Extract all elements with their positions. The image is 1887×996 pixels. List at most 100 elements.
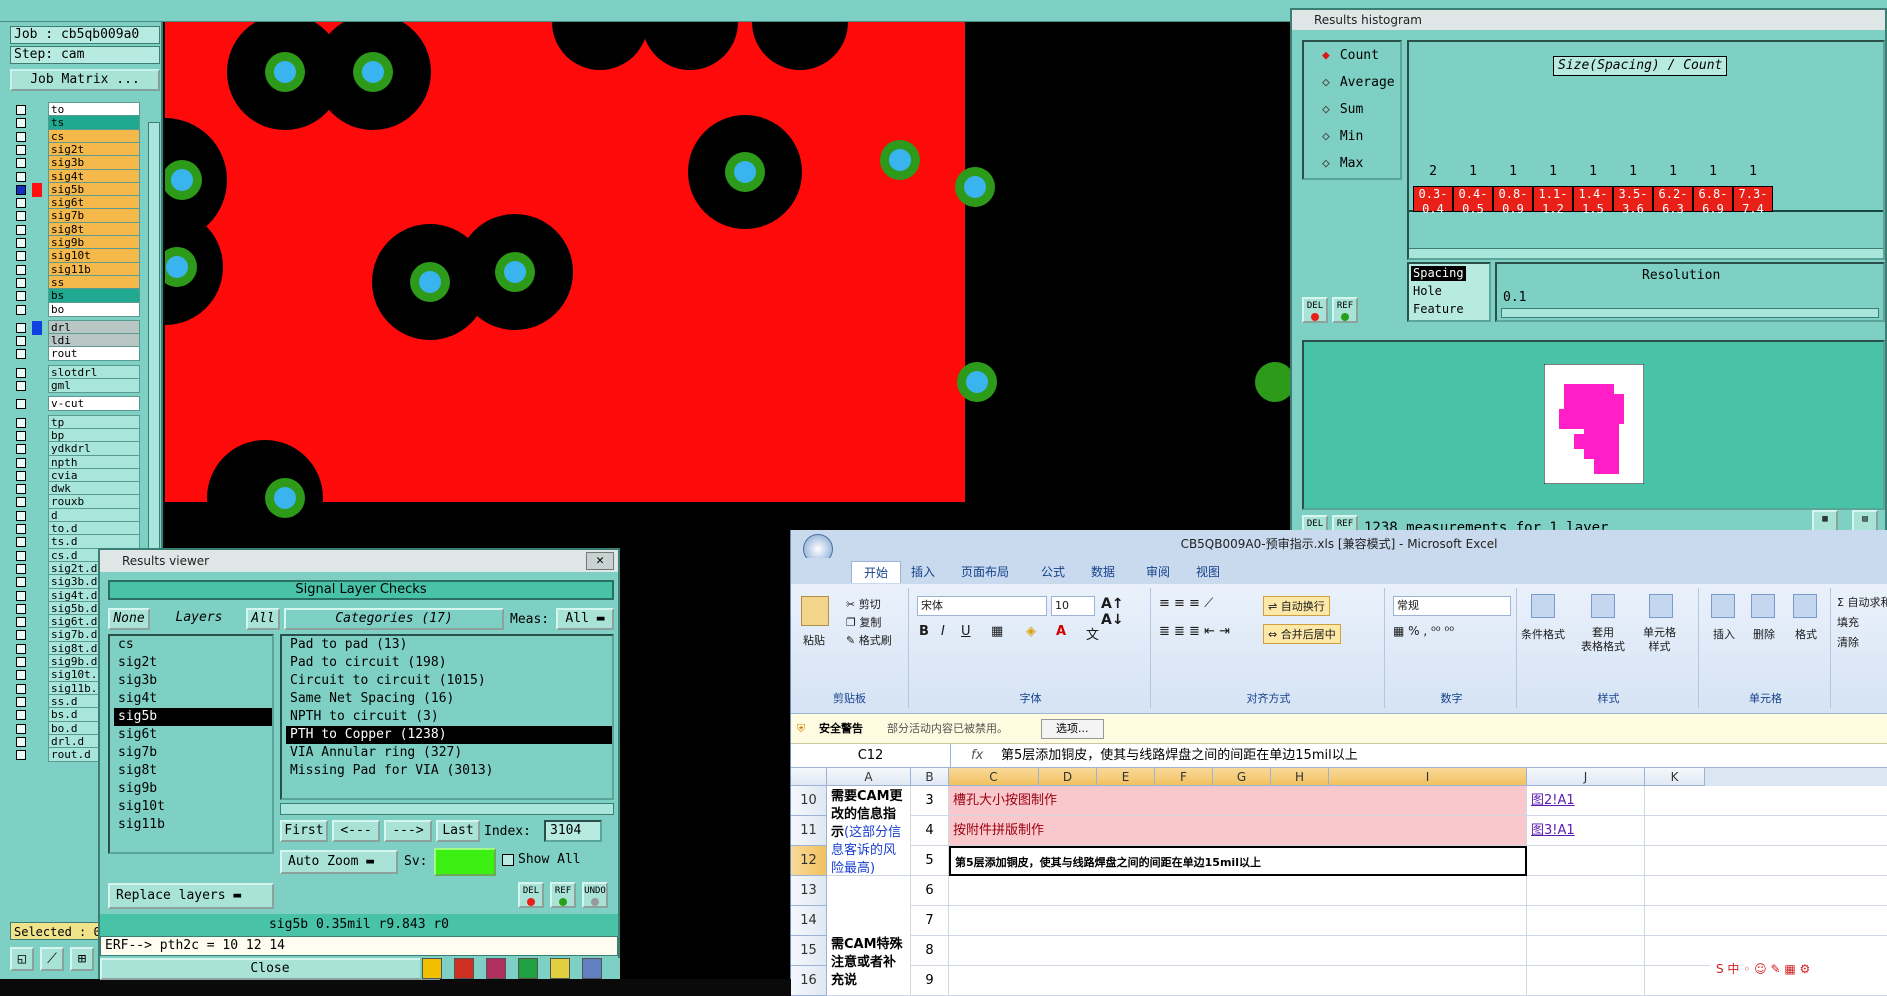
cell-b[interactable]: 9 (911, 966, 949, 996)
cell-c-merged[interactable]: 按附件拼版制作 (949, 816, 1527, 846)
name-box[interactable]: C12 (791, 744, 951, 768)
radio-max[interactable]: ◇ Max (1322, 156, 1363, 171)
viewer-undo-button[interactable]: UNDO (582, 882, 608, 908)
viewer-layer-item[interactable]: sig3b (114, 672, 272, 690)
copy-button[interactable]: ❐ 复制 (846, 614, 881, 630)
fill-button[interactable]: 填充 (1837, 614, 1859, 630)
align-left-icons[interactable]: ≣ ≣ ≣ ⇤ ⇥ (1159, 624, 1230, 639)
number-format-select[interactable]: 常规 (1393, 596, 1511, 616)
tab-data[interactable]: 数据 (1091, 561, 1115, 583)
close-button[interactable]: Close (100, 958, 440, 980)
layer-checkbox[interactable] (16, 683, 26, 694)
radio-min[interactable]: ◇ Min (1322, 129, 1363, 144)
grow-font-icon[interactable]: A↑ A↓ (1101, 596, 1150, 628)
viewer-layer-item[interactable]: sig4t (114, 690, 272, 708)
auto-zoom-dropdown[interactable]: Auto Zoom ▬ (280, 850, 398, 874)
first-button[interactable]: First (280, 820, 328, 842)
conditional-format-icon[interactable] (1531, 594, 1555, 618)
column-header[interactable]: G (1213, 768, 1271, 786)
cell-b[interactable]: 8 (911, 936, 949, 966)
histogram-bin-label[interactable]: 6.8- 6.9 (1693, 186, 1733, 216)
layer-checkbox[interactable] (16, 131, 26, 142)
last-button[interactable]: Last (436, 820, 480, 842)
cell-c-merged[interactable] (949, 936, 1527, 966)
row-header[interactable]: 10 (791, 786, 827, 816)
layer-checkbox[interactable] (16, 617, 26, 628)
column-header[interactable]: C (949, 768, 1039, 786)
paste-label[interactable]: 粘贴 (803, 632, 825, 648)
tool-icon-3[interactable] (486, 958, 506, 979)
cell-b[interactable]: 4 (911, 816, 949, 846)
cell-c-merged[interactable]: 第5层添加铜皮，使其与线路焊盘之间的间距在单边15mil以上 (949, 846, 1527, 876)
cell-c-merged[interactable] (949, 966, 1527, 996)
bold-icon[interactable]: B (919, 624, 929, 639)
layer-checkbox[interactable] (16, 657, 26, 667)
layer-checkbox[interactable] (16, 417, 26, 428)
layer-checkbox[interactable] (16, 710, 26, 721)
tool-icon-5[interactable] (550, 958, 570, 979)
layer-row-rout[interactable]: rout (10, 346, 140, 362)
layer-checkbox[interactable] (16, 399, 26, 410)
radio-average[interactable]: ◇ Average (1322, 75, 1395, 90)
viewer-del-button[interactable]: DEL (518, 882, 544, 908)
layer-checkbox[interactable] (16, 537, 26, 548)
column-header[interactable]: K (1645, 768, 1705, 786)
layer-checkbox[interactable] (16, 497, 26, 508)
cut-button[interactable]: ✂ 剪切 (846, 596, 881, 612)
column-header[interactable]: A (827, 768, 911, 786)
viewer-layer-item[interactable]: sig10t (114, 798, 272, 816)
row-header[interactable]: 11 (791, 816, 827, 846)
index-input[interactable]: 3104 (544, 820, 602, 842)
tool-icon-4[interactable] (518, 958, 538, 979)
layer-checkbox[interactable] (16, 736, 26, 747)
cell-a-merged-special[interactable]: 需CAM特殊注意或者补充说 (827, 876, 911, 996)
meas-dropdown[interactable]: All ▬ (556, 608, 614, 630)
layer-checkbox[interactable] (16, 184, 26, 195)
viewer-layer-item[interactable]: sig2t (114, 654, 272, 672)
viewer-layer-item[interactable]: sig11b (114, 816, 272, 834)
layer-checkbox[interactable] (16, 444, 26, 455)
cell-k[interactable] (1645, 786, 1887, 816)
layer-checkbox[interactable] (16, 470, 26, 481)
cell-j-link[interactable] (1527, 936, 1645, 966)
layer-name[interactable]: rout (48, 346, 140, 362)
cell-k[interactable] (1645, 816, 1887, 846)
merge-center-button[interactable]: ⇔ 合并后居中 (1263, 624, 1341, 644)
layer-row-bo[interactable]: bo (10, 301, 140, 318)
layer-checkbox[interactable] (16, 430, 26, 441)
layers-listbox[interactable]: cs sig2t sig3b sig4t sig5b sig6t sig7b sig8t sig… (108, 634, 274, 854)
hist-ref-button[interactable]: REF (1332, 297, 1358, 323)
tool-icon-1[interactable] (422, 958, 442, 979)
layer-checkbox[interactable] (16, 367, 26, 378)
layer-checkbox[interactable] (16, 238, 26, 248)
row-header[interactable]: 12 (791, 846, 827, 876)
next-button[interactable]: ---> (384, 820, 432, 842)
histogram-bin-label[interactable]: 7.3- 7.4 (1733, 186, 1773, 216)
autosum-button[interactable]: Σ 自动求和 (1837, 594, 1887, 610)
histogram-bin-label[interactable]: 3.5- 3.6 (1613, 186, 1653, 216)
type-feature[interactable]: Feature (1413, 302, 1464, 317)
viewer-layer-item[interactable]: sig9b (114, 780, 272, 798)
tab-formulas[interactable]: 公式 (1041, 561, 1065, 583)
cell-styles-icon[interactable] (1649, 594, 1673, 618)
viewer-category-item[interactable]: Missing Pad for VIA (3013) (286, 762, 612, 780)
layer-checkbox[interactable] (16, 524, 26, 534)
cell-j-link[interactable] (1527, 906, 1645, 936)
viewer-category-item[interactable]: VIA Annular ring (327) (286, 744, 612, 762)
prev-button[interactable]: <--- (332, 820, 380, 842)
cell-c-merged[interactable] (949, 906, 1527, 936)
tab-page-layout[interactable]: 页面布局 (961, 561, 1009, 583)
column-header[interactable]: I (1329, 768, 1527, 786)
layer-checkbox[interactable] (16, 550, 26, 561)
layer-checkbox[interactable] (16, 105, 26, 115)
table-format-icon[interactable] (1591, 594, 1615, 618)
resolution-value[interactable]: 0.1 (1503, 290, 1526, 305)
layer-name[interactable]: gml (48, 378, 140, 393)
cell-j-link[interactable]: 图3!A1 (1527, 816, 1645, 846)
conditional-format-label[interactable]: 条件格式 (1521, 626, 1565, 642)
layers-all-button[interactable]: All (246, 608, 280, 630)
viewer-layer-item[interactable]: sig8t (114, 762, 272, 780)
cell-a-merged-info[interactable]: 需要CAM更改的信息指示(这部分信息客诉的风险最高) (827, 786, 911, 876)
layer-checkbox[interactable] (16, 336, 26, 347)
format-painter-button[interactable]: ✎ 格式刷 (846, 632, 892, 648)
